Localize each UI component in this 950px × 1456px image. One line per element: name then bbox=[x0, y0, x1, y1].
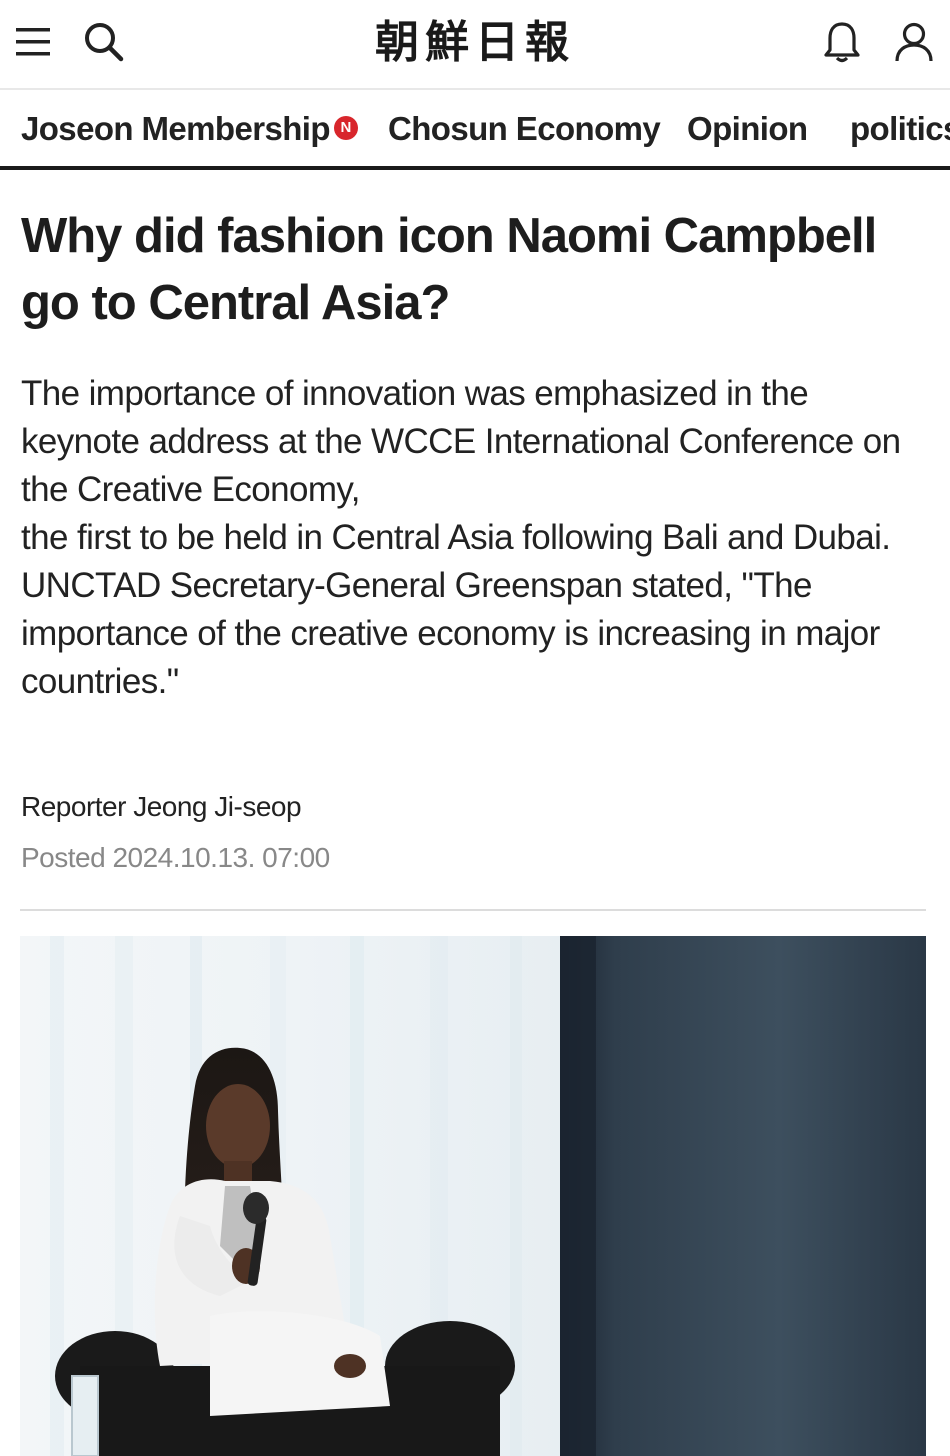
notifications-button[interactable] bbox=[812, 14, 872, 74]
top-header: 朝鮮日報 bbox=[0, 0, 950, 90]
user-button[interactable] bbox=[884, 14, 944, 74]
nav-item-opinion[interactable]: Opinion bbox=[687, 92, 808, 166]
subhead-line: UNCTAD Secretary-General Greenspan state… bbox=[21, 566, 880, 701]
search-icon bbox=[83, 21, 125, 68]
posted-date: Posted 2024.10.13. 07:00 bbox=[21, 842, 330, 873]
nav-item-label: Chosun Economy bbox=[388, 110, 661, 147]
article-photo[interactable] bbox=[20, 936, 926, 1456]
bell-icon bbox=[822, 20, 862, 69]
site-logo[interactable]: 朝鮮日報 bbox=[340, 10, 610, 76]
menu-icon bbox=[15, 25, 53, 64]
reporter-byline[interactable]: Reporter Jeong Ji-seop bbox=[21, 787, 302, 827]
nav-item-label: Joseon Membership bbox=[21, 110, 330, 147]
nav-item-politics[interactable]: politics bbox=[850, 92, 950, 166]
section-nav: Joseon Membership N Chosun Economy Opinio… bbox=[0, 92, 950, 170]
subhead-line: the first to be held in Central Asia fol… bbox=[21, 518, 891, 557]
article-subheadline: The importance of innovation was emphasi… bbox=[21, 370, 931, 706]
user-icon bbox=[894, 21, 934, 68]
nav-item-chosun-economy[interactable]: Chosun Economy bbox=[388, 92, 661, 166]
search-button[interactable] bbox=[74, 14, 134, 74]
new-badge: N bbox=[333, 116, 358, 141]
nav-item-label: Opinion bbox=[687, 110, 808, 147]
menu-button[interactable] bbox=[4, 14, 64, 74]
nav-item-label: politics bbox=[850, 110, 950, 147]
nav-item-membership[interactable]: Joseon Membership N bbox=[21, 92, 358, 166]
article-headline: Why did fashion icon Naomi Campbell go t… bbox=[21, 209, 877, 330]
divider bbox=[20, 909, 926, 911]
subhead-line: The importance of innovation was emphasi… bbox=[21, 374, 901, 509]
